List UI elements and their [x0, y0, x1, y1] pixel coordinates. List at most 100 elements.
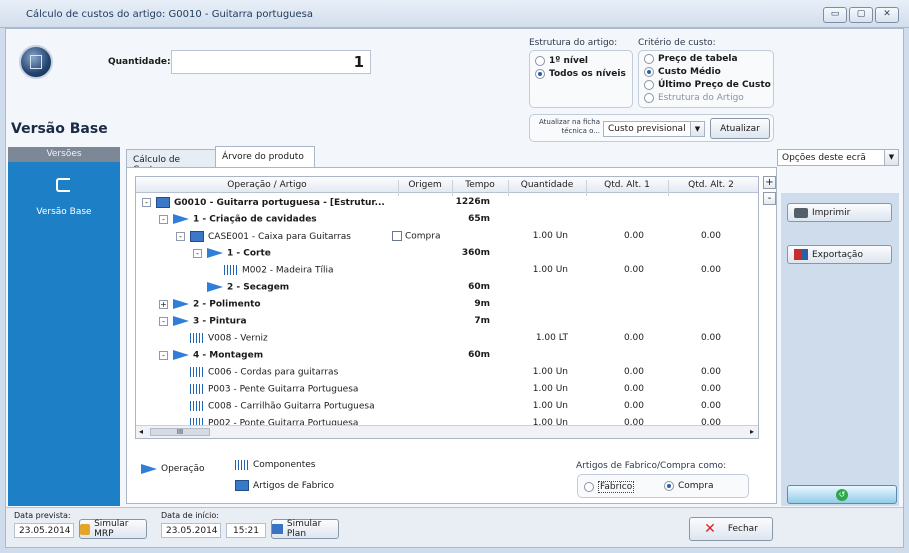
col-operation[interactable]: Operação / Artigo — [136, 180, 398, 190]
expand-all-button[interactable]: + — [763, 176, 776, 189]
collapse-node-icon[interactable]: - — [159, 317, 168, 326]
print-button[interactable]: Imprimir — [787, 203, 892, 222]
checkbox-icon[interactable] — [392, 231, 402, 241]
table-row[interactable]: +2 - Polimento 9m — [136, 296, 758, 313]
table-row[interactable]: 2 - Secagem 60m — [136, 279, 758, 296]
tempo-cell: 7m — [474, 316, 490, 326]
update-tech-select[interactable]: Custo previsional ▼ — [603, 121, 705, 137]
table-row[interactable]: - CASE001 - Caixa para Guitarras Compra 1.0… — [136, 228, 758, 245]
tempo-cell: 60m — [468, 282, 490, 292]
col-quantity[interactable]: Quantidade — [508, 180, 586, 190]
alt1-cell: 0.00 — [623, 367, 644, 377]
quantity-input[interactable]: 1 — [171, 50, 371, 74]
operation-arrow-icon — [173, 350, 189, 360]
client-area: Quantidade: 1 Versão Base Estrutura do a… — [5, 28, 904, 548]
radio-icon — [535, 56, 545, 66]
qty-cell: 1.00 Un — [532, 231, 568, 241]
alt2-cell: 0.00 — [700, 401, 721, 411]
criteria-option-price-table[interactable]: Preço de tabela — [644, 54, 738, 64]
table-row[interactable]: -1 - Criação de cavidades 65m — [136, 211, 758, 228]
table-row[interactable]: P003 - Pente Guitarra Portuguesa 1.00 Un 0… — [136, 381, 758, 398]
alt2-cell: 0.00 — [700, 367, 721, 377]
table-row[interactable]: C008 - Carrilhão Guitarra Portuguesa 1.00… — [136, 398, 758, 415]
criteria-option-last-cost[interactable]: Último Preço de Custo — [644, 80, 771, 90]
as-option-compra[interactable]: Compra — [664, 481, 714, 491]
close-x-icon: ✕ — [704, 521, 716, 537]
alt1-cell: 0.00 — [623, 401, 644, 411]
legend-manufacture: Artigos de Fabrico — [235, 480, 334, 491]
horizontal-scrollbar[interactable]: ◂ III ▸ — [136, 425, 758, 438]
close-button[interactable]: ✕ Fechar — [689, 517, 773, 541]
start-date-field[interactable]: 23.05.2014 — [161, 523, 221, 538]
simulate-plan-button[interactable]: Simular Plan — [271, 519, 339, 539]
tab-cost-calculation[interactable]: Cálculo de Custos — [126, 149, 216, 175]
table-row[interactable]: V008 - Verniz 1.00 LT 0.00 0.00 — [136, 330, 758, 347]
collapse-node-icon[interactable]: - — [193, 249, 202, 258]
chevron-down-icon: ▼ — [884, 150, 898, 165]
barcode-icon — [190, 401, 204, 411]
barcode-icon — [235, 460, 249, 470]
row-name: 4 - Montagem — [173, 350, 263, 361]
collapse-all-button[interactable]: - — [763, 192, 776, 205]
expand-node-icon[interactable]: + — [159, 300, 168, 309]
row-name: 3 - Pintura — [173, 316, 247, 327]
chevron-down-icon: ▼ — [690, 122, 704, 136]
structure-option-first-level[interactable]: 1º nível — [535, 56, 588, 66]
barcode-icon — [190, 333, 204, 343]
table-row[interactable]: C006 - Cordas para guitarras 1.00 Un 0.00 0… — [136, 364, 758, 381]
update-tech-group: Atualizar na ficha técnica o... Custo pr… — [529, 114, 774, 142]
versions-header: Versões — [8, 147, 120, 162]
collapse-node-icon[interactable]: - — [142, 198, 151, 207]
collapse-node-icon[interactable]: - — [159, 215, 168, 224]
as-option-fabrico[interactable]: Fabrico — [584, 481, 635, 493]
scroll-left-icon[interactable]: ◂ — [139, 427, 143, 436]
grid-header: Operação / Artigo Origem Tempo Quantidad… — [136, 177, 758, 196]
structure-label: Estrutura do artigo: — [529, 38, 618, 48]
col-origin[interactable]: Origem — [398, 180, 452, 190]
maximize-button[interactable]: ▢ — [849, 7, 873, 23]
table-row[interactable]: -3 - Pintura 7m — [136, 313, 758, 330]
col-time[interactable]: Tempo — [452, 180, 508, 190]
table-row[interactable]: -4 - Montagem 60m — [136, 347, 758, 364]
close-window-button[interactable]: ✕ — [875, 7, 899, 23]
col-alt-qty-1[interactable]: Qtd. Alt. 1 — [586, 180, 668, 190]
minimize-button[interactable]: ▭ — [823, 7, 847, 23]
col-alt-qty-2[interactable]: Qtd. Alt. 2 — [668, 180, 754, 190]
window-title: Cálculo de custos do artigo: G0010 - Gui… — [26, 9, 313, 20]
confirm-button[interactable]: ↺ — [787, 485, 897, 504]
table-row[interactable]: M002 - Madeira Tília 1.00 Un 0.00 0.00 — [136, 262, 758, 279]
structure-group: 1º nível Todos os níveis — [529, 50, 633, 108]
versions-panel: Versão Base — [8, 162, 120, 506]
scroll-thumb[interactable]: III — [150, 428, 210, 436]
alt2-cell: 0.00 — [700, 231, 721, 241]
scroll-right-icon[interactable]: ▸ — [750, 427, 754, 436]
criteria-option-structure[interactable]: Estrutura do Artigo — [644, 93, 744, 103]
tempo-cell: 60m — [468, 350, 490, 360]
tempo-cell: 65m — [468, 214, 490, 224]
criteria-option-average-cost[interactable]: Custo Médio — [644, 67, 721, 77]
collapse-node-icon[interactable]: - — [176, 232, 185, 241]
date-field[interactable]: 23.05.2014 — [14, 523, 74, 538]
simulate-mrp-button[interactable]: Simular MRP — [79, 519, 147, 539]
legend-components: Componentes — [235, 460, 315, 470]
window-controls: ▭ ▢ ✕ — [823, 7, 899, 23]
tab-product-tree[interactable]: Árvore do produto — [215, 146, 315, 168]
operation-arrow-icon — [207, 248, 223, 258]
start-time-field[interactable]: 15:21 — [226, 523, 266, 538]
export-button[interactable]: Exportação — [787, 245, 892, 264]
structure-option-all-levels[interactable]: Todos os níveis — [535, 69, 626, 79]
version-item-base[interactable]: Versão Base — [8, 207, 120, 217]
update-button[interactable]: Atualizar — [710, 118, 770, 139]
table-row[interactable]: - G0010 - Guitarra portuguesa - [Estrutur… — [136, 194, 758, 211]
row-name: M002 - Madeira Tília — [224, 265, 334, 276]
collapse-node-icon[interactable]: - — [159, 351, 168, 360]
printer-icon — [794, 207, 808, 218]
alt2-cell: 0.00 — [700, 265, 721, 275]
qty-cell: 1.00 Un — [532, 265, 568, 275]
row-name: V008 - Verniz — [190, 333, 268, 344]
screen-options-select[interactable]: Opções deste ecrã ▼ — [777, 149, 899, 166]
origin-cell[interactable]: Compra — [392, 231, 441, 242]
radio-selected-icon — [644, 67, 654, 77]
table-row[interactable]: -1 - Corte 360m — [136, 245, 758, 262]
operation-arrow-icon — [141, 464, 157, 474]
